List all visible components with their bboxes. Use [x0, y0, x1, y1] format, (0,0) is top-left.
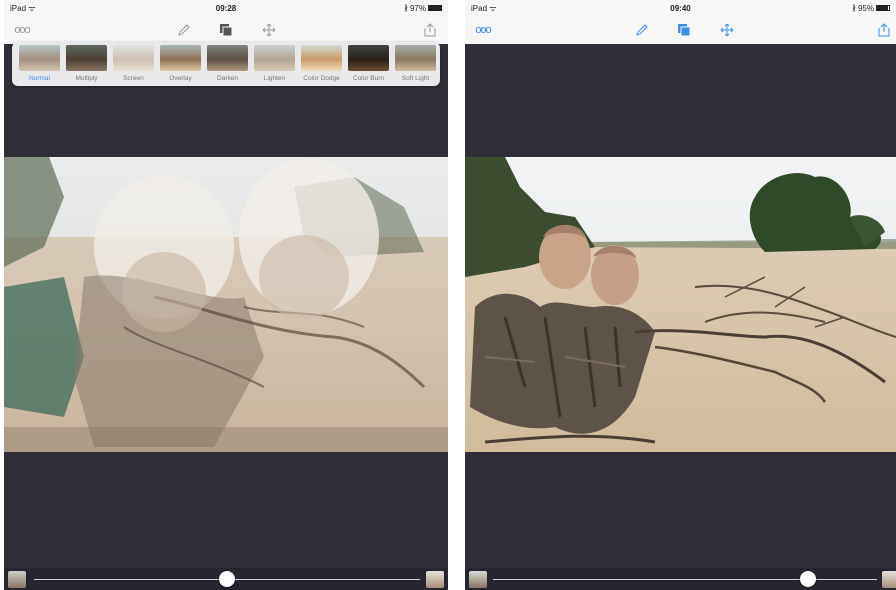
- toolbar: ooo: [4, 16, 448, 44]
- right-screen: iPad ᯤ 09:40 ∦ 95% ooo: [465, 0, 896, 590]
- blend-mode-normal[interactable]: Normal: [18, 45, 61, 83]
- edited-photo[interactable]: [465, 157, 896, 452]
- opacity-slider-knob[interactable]: [799, 571, 816, 587]
- blend-mode-color-burn[interactable]: Color Burn: [347, 45, 390, 83]
- blend-thumbnail: [348, 45, 389, 71]
- battery-icon: [428, 5, 442, 11]
- battery-icon: [876, 5, 890, 11]
- bottom-bar: [465, 568, 896, 590]
- carrier-label: iPad ᯤ: [471, 3, 497, 13]
- left-screen: iPad ᯤ 09:28 ∦ 97% ooo Normal Multiply S…: [4, 0, 448, 590]
- battery-indicator: ∦ 95%: [852, 4, 890, 13]
- carrier-label: iPad ᯤ: [10, 3, 36, 13]
- pencil-icon[interactable]: [174, 20, 194, 40]
- blend-label: Darken: [217, 75, 238, 82]
- blend-thumbnail: [301, 45, 342, 71]
- opacity-slider-knob[interactable]: [219, 571, 235, 587]
- bottom-layer-thumbnail[interactable]: [882, 571, 896, 588]
- blend-label: Normal: [29, 75, 50, 82]
- top-layer-thumbnail[interactable]: [8, 571, 26, 588]
- bluetooth-icon: ∦: [404, 5, 408, 12]
- battery-indicator: ∦ 97%: [404, 4, 442, 13]
- bottom-bar: [4, 568, 448, 590]
- top-layer-thumbnail[interactable]: [469, 571, 487, 588]
- status-bar: iPad ᯤ 09:40 ∦ 95%: [465, 0, 896, 16]
- blend-label: Soft Light: [401, 75, 430, 82]
- blend-mode-soft-light[interactable]: Soft Light: [394, 45, 437, 83]
- blend-thumbnail: [207, 45, 248, 71]
- blend-thumbnail: [66, 45, 107, 71]
- blend-mode-overlay[interactable]: Overlay: [159, 45, 202, 83]
- blend-mode-screen[interactable]: Screen: [112, 45, 155, 83]
- blend-label: Overlay: [169, 75, 192, 82]
- bottom-layer-thumbnail[interactable]: [426, 571, 444, 588]
- blend-thumbnail: [113, 45, 154, 71]
- blend-label: Color Dodge: [303, 75, 340, 82]
- blend-thumbnail: [254, 45, 295, 71]
- blend-mode-lighten[interactable]: Lighten: [253, 45, 296, 83]
- bluetooth-icon: ∦: [852, 5, 856, 12]
- blend-mode-menu: Normal Multiply Screen Overlay Darken Li…: [12, 42, 440, 86]
- blended-photo[interactable]: [4, 157, 448, 452]
- status-bar: iPad ᯤ 09:28 ∦ 97%: [4, 0, 448, 16]
- blend-mode-darken[interactable]: Darken: [206, 45, 249, 83]
- more-icon[interactable]: ooo: [12, 20, 32, 40]
- move-icon[interactable]: [717, 20, 737, 40]
- blend-thumbnail: [395, 45, 436, 71]
- more-icon[interactable]: ooo: [473, 20, 493, 40]
- battery-percent: 97%: [409, 3, 426, 13]
- share-icon[interactable]: [420, 20, 440, 40]
- opacity-slider-track[interactable]: [493, 579, 877, 580]
- blend-mode-multiply[interactable]: Multiply: [65, 45, 108, 83]
- blend-mode-color-dodge[interactable]: Color Dodge: [300, 45, 343, 83]
- clock: 09:40: [670, 3, 691, 13]
- toolbar: ooo: [465, 16, 896, 44]
- clock: 09:28: [215, 3, 237, 13]
- layers-icon[interactable]: [674, 20, 694, 40]
- battery-percent: 95%: [857, 3, 874, 13]
- share-icon[interactable]: [874, 20, 894, 40]
- blend-thumbnail: [19, 45, 60, 71]
- blend-label: Multiply: [75, 75, 98, 82]
- blend-label: Lighten: [263, 75, 286, 82]
- pencil-icon[interactable]: [632, 20, 652, 40]
- blend-label: Color Burn: [352, 75, 385, 82]
- move-icon[interactable]: [259, 20, 279, 40]
- layers-icon[interactable]: [216, 20, 236, 40]
- blend-label: Screen: [123, 75, 144, 82]
- blend-thumbnail: [160, 45, 201, 71]
